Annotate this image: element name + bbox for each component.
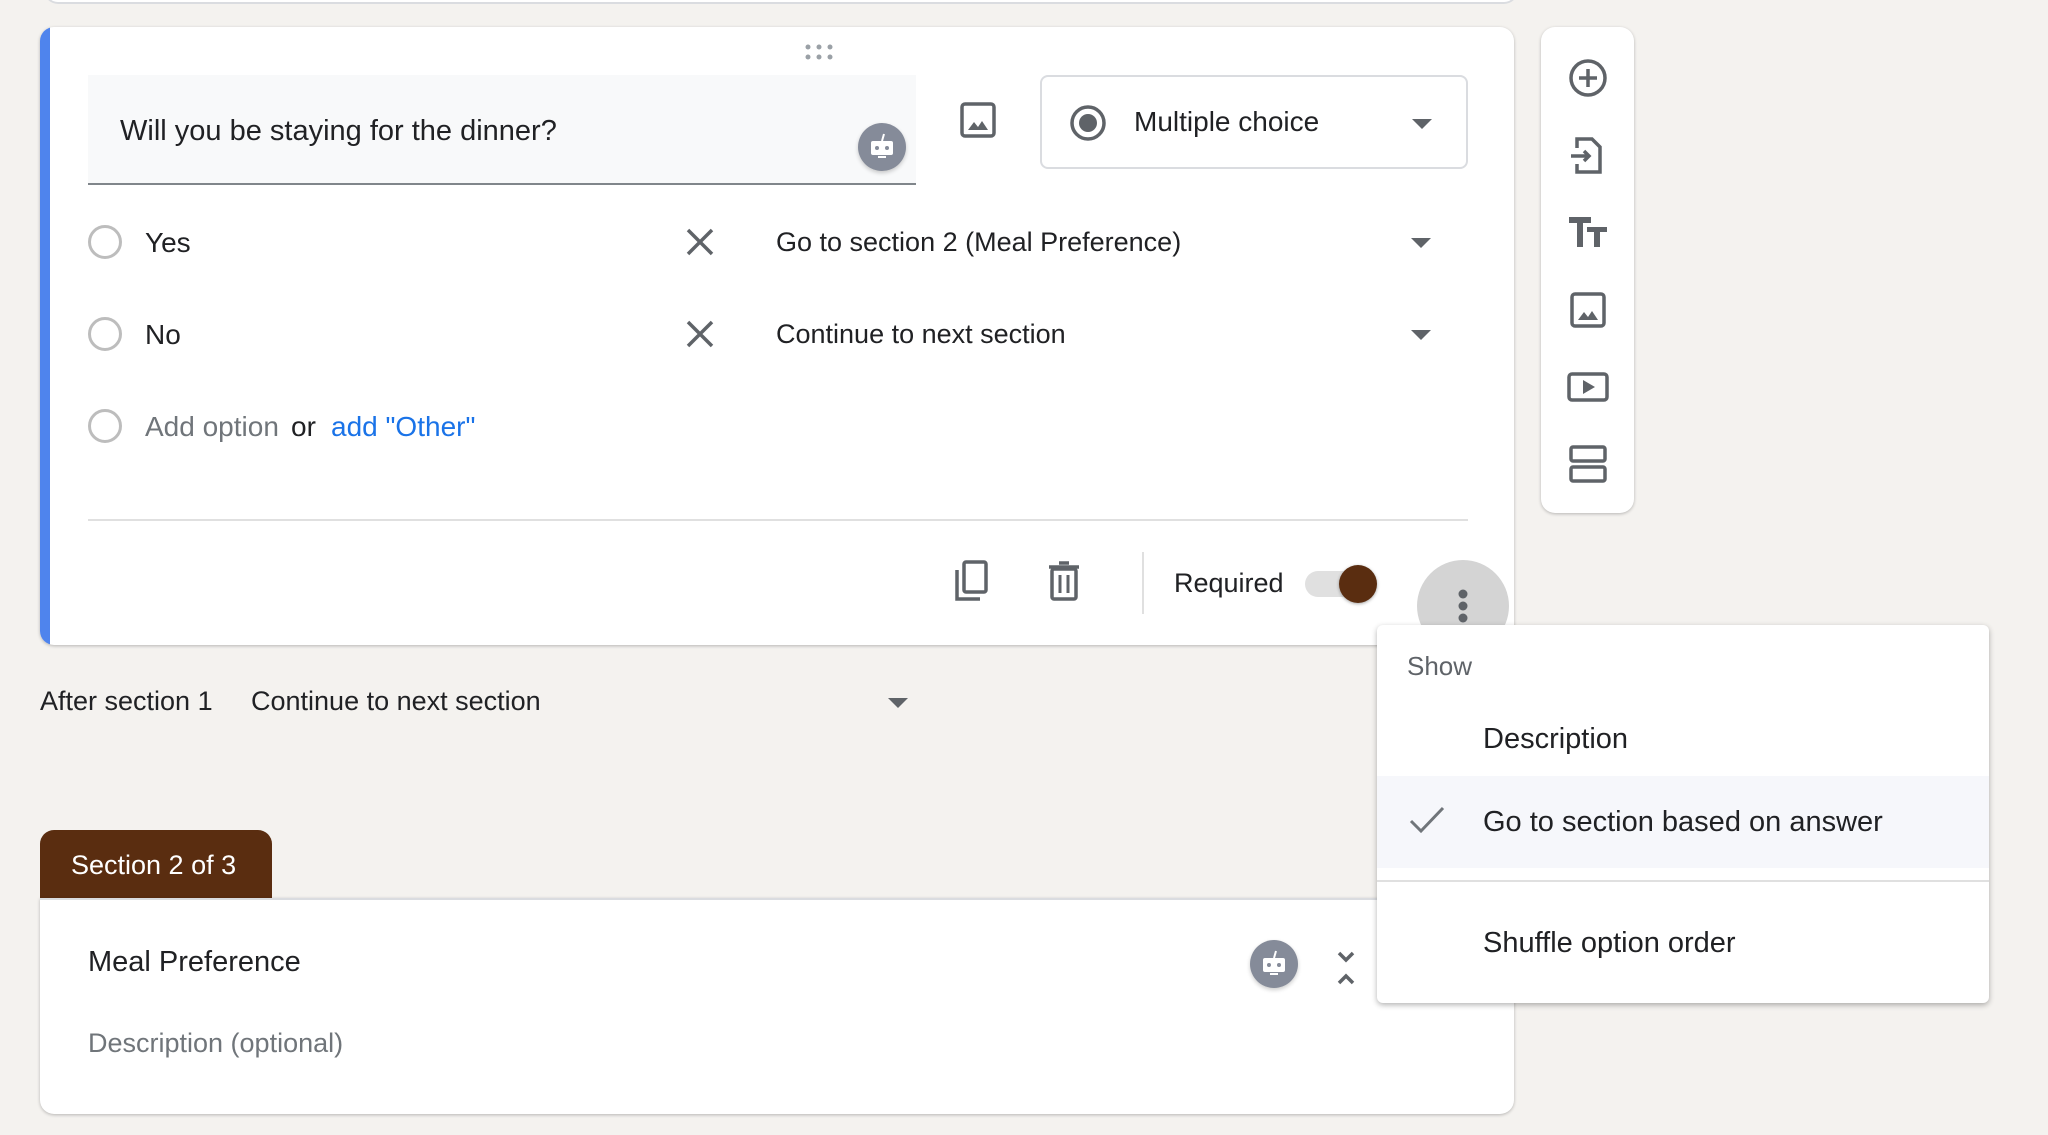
required-label: Required [1174,568,1284,598]
after-section-chevron-icon[interactable] [888,698,908,708]
menu-item-shuffle[interactable]: Shuffle option order [1377,897,1989,989]
option-goto-no[interactable]: Continue to next section [776,319,1066,350]
ai-assist-button[interactable] [858,123,906,171]
import-questions-icon[interactable] [1567,134,1609,176]
add-image-icon[interactable] [1567,289,1609,331]
after-section-label: After section 1 [40,686,213,716]
floating-toolbar [1541,27,1634,513]
question-title-text: Will you be staying for the dinner? [120,115,557,147]
question-type-label: Multiple choice [1134,106,1320,137]
section-description-input[interactable]: Description (optional) [88,1028,343,1059]
menu-item-go-to-section[interactable]: Go to section based on answer [1377,776,1989,868]
menu-item-label: Shuffle option order [1483,927,1736,959]
ai-assist-button[interactable] [1250,940,1298,988]
required-toggle-knob[interactable] [1339,565,1377,603]
goto-dropdown-chevron-icon[interactable] [1411,238,1431,248]
option-radio [88,317,122,351]
section-title[interactable]: Meal Preference [88,946,301,979]
delete-icon[interactable] [1046,559,1082,603]
question-card[interactable]: Will you be staying for the dinner? Mult… [40,27,1514,645]
option-goto-yes[interactable]: Go to section 2 (Meal Preference) [776,227,1181,258]
section-tab: Section 2 of 3 [40,830,272,898]
remove-option-icon[interactable] [683,225,717,259]
chevron-down-icon [1412,119,1432,129]
duplicate-icon[interactable] [953,559,991,603]
after-section-dropdown[interactable]: Continue to next section [251,686,541,717]
menu-item-description[interactable]: Description [1377,693,1989,785]
robot-icon [871,133,893,158]
option-label-no[interactable]: No [145,319,181,351]
drag-handle-icon[interactable] [803,43,835,61]
collapse-section-icon[interactable] [1334,948,1358,988]
divider [88,519,1468,521]
option-radio [88,409,122,443]
previous-card [44,0,1518,4]
menu-header: Show [1407,651,1473,681]
menu-item-label: Go to section based on answer [1483,806,1883,838]
remove-option-icon[interactable] [683,317,717,351]
add-image-icon[interactable] [958,100,998,140]
add-title-icon[interactable] [1567,211,1609,253]
more-options-menu: Show Description Go to section based on … [1377,625,1989,1003]
add-video-icon[interactable] [1567,366,1609,408]
option-label-yes[interactable]: Yes [145,227,191,259]
or-text: or [291,411,316,442]
add-question-icon[interactable] [1567,57,1609,99]
radio-button-icon [1070,105,1106,141]
check-icon [1409,806,1445,834]
question-title-input[interactable]: Will you be staying for the dinner? [88,75,916,185]
question-type-dropdown[interactable]: Multiple choice [1040,75,1468,169]
robot-icon [1263,950,1285,975]
goto-dropdown-chevron-icon[interactable] [1411,330,1431,340]
section-tab-label: Section 2 of 3 [71,850,237,880]
vertical-divider [1142,552,1144,614]
section-2-card[interactable]: Meal Preference Description (optional) [40,898,1514,1114]
active-accent-bar [40,27,50,645]
menu-item-label: Description [1483,723,1629,755]
add-option-button[interactable]: Add option [145,411,279,443]
option-radio [88,225,122,259]
add-other-link[interactable]: add "Other" [331,411,475,443]
add-section-icon[interactable] [1567,443,1609,485]
menu-divider [1377,880,1989,882]
